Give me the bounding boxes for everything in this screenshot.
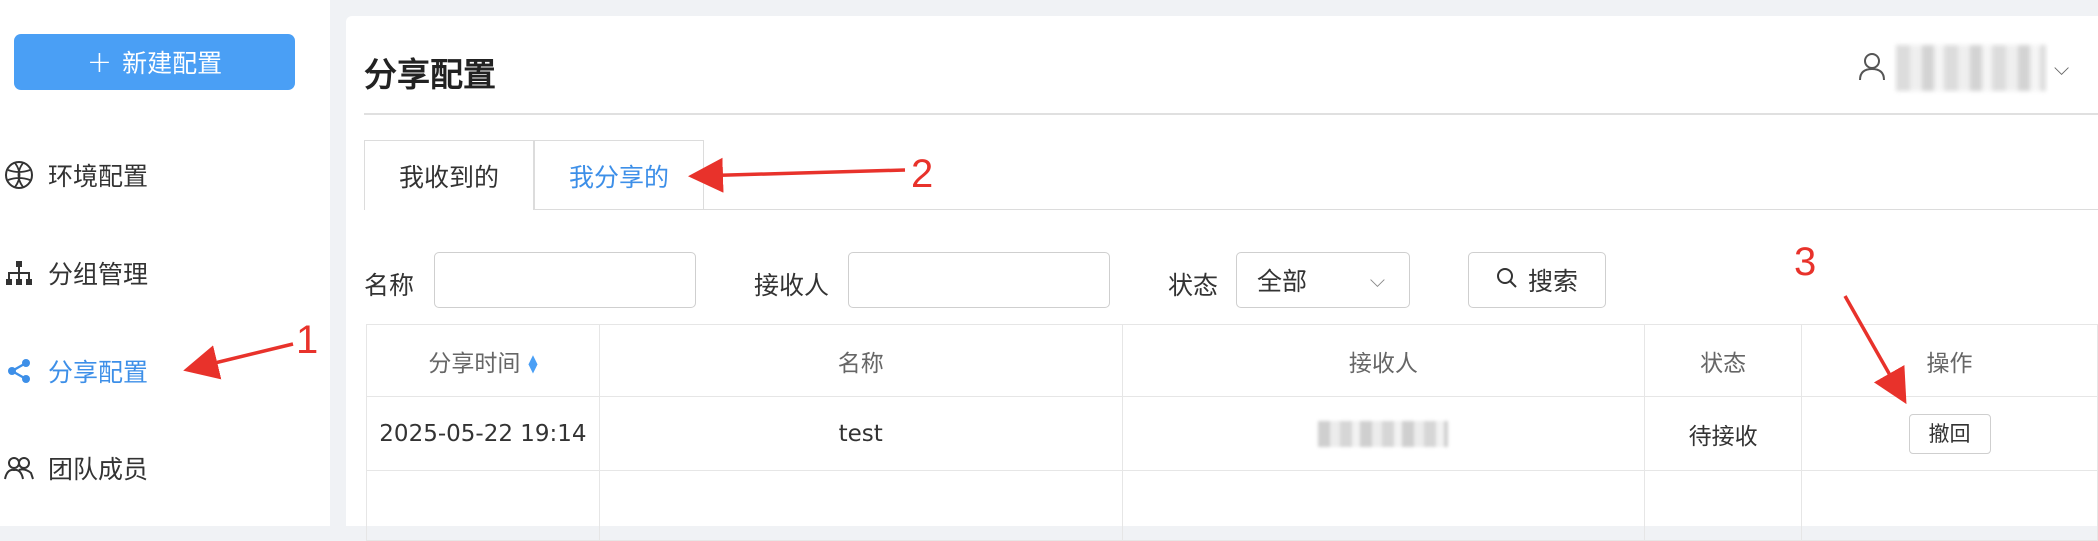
sidebar-item-groups[interactable]: 分组管理 <box>0 243 330 303</box>
status-select-value: 全部 <box>1257 267 1308 296</box>
status-filter-label: 状态 <box>1168 271 1219 300</box>
sidebar-item-label: 分享配置 <box>48 358 149 387</box>
search-icon <box>1496 266 1518 295</box>
team-icon <box>2 451 36 485</box>
page-title: 分享配置 <box>364 55 496 94</box>
annotation-label-1: 1 <box>296 318 319 362</box>
sidebar-item-label: 分组管理 <box>48 260 149 289</box>
cell-receiver <box>1121 396 1646 471</box>
share-table: 分享时间 ▲ ▼ 名称 接收人 状态 操作 2025-05-22 19:14 tes… <box>366 324 2098 541</box>
user-icon <box>1858 51 1886 85</box>
cell-action: 撤回 <box>1801 396 2098 471</box>
sort-icon[interactable]: ▲ ▼ <box>528 353 537 374</box>
search-button-label: 搜索 <box>1527 267 1578 296</box>
header-divider <box>364 113 2098 115</box>
column-header-status: 状态 <box>1644 324 1803 397</box>
receiver-filter-label: 接收人 <box>754 271 830 300</box>
cell-name: test <box>598 396 1123 471</box>
new-config-button[interactable]: + 新建配置 <box>14 34 295 90</box>
table-row: 2025-05-22 19:14 test 待接收 撤回 <box>366 396 2098 471</box>
receiver-redacted <box>1318 420 1449 447</box>
name-filter-label: 名称 <box>364 271 415 300</box>
name-input[interactable] <box>434 252 696 308</box>
annotation-label-2: 2 <box>911 152 934 196</box>
main-panel: 分享配置 ⌵ 我收到的 我分享的 名称 接收人 状态 全部 ⌵ 搜索 分享时间 ▲… <box>346 16 2098 541</box>
globe-icon <box>2 158 36 192</box>
user-name-redacted <box>1896 45 2046 91</box>
empty-cell <box>1121 470 1646 541</box>
new-config-label: 新建配置 <box>122 49 223 78</box>
annotation-label-3: 3 <box>1794 240 1817 284</box>
tab-bar: 我收到的 我分享的 <box>364 140 704 210</box>
org-chart-icon <box>2 256 36 290</box>
sidebar: + 新建配置 环境配置 分组管理 分享配置 团队成员 <box>0 0 330 526</box>
table-header-row: 分享时间 ▲ ▼ 名称 接收人 状态 操作 <box>366 324 2098 397</box>
sidebar-item-label: 团队成员 <box>48 455 149 484</box>
chevron-down-icon: ⌵ <box>2054 56 2070 80</box>
cell-status: 待接收 <box>1644 396 1803 471</box>
column-header-name: 名称 <box>598 324 1123 397</box>
search-button[interactable]: 搜索 <box>1468 252 1606 308</box>
chevron-down-icon: ⌵ <box>1369 268 1385 292</box>
receiver-input[interactable] <box>848 252 1110 308</box>
empty-cell <box>1644 470 1803 541</box>
share-icon <box>2 354 36 388</box>
tab-received[interactable]: 我收到的 <box>364 140 534 210</box>
table-empty-space <box>366 470 2098 541</box>
column-header-receiver: 接收人 <box>1121 324 1646 397</box>
sidebar-item-share[interactable]: 分享配置 <box>0 341 330 401</box>
cell-time: 2025-05-22 19:14 <box>366 396 600 471</box>
column-header-action: 操作 <box>1801 324 2098 397</box>
layout-gutter <box>330 0 346 526</box>
tab-divider <box>533 209 2098 210</box>
empty-cell <box>366 470 600 541</box>
plus-icon: + <box>86 44 113 80</box>
sidebar-item-label: 环境配置 <box>48 162 149 191</box>
sidebar-item-team[interactable]: 团队成员 <box>0 438 330 498</box>
empty-cell <box>598 470 1123 541</box>
user-menu[interactable]: ⌵ <box>1858 45 2070 91</box>
tab-shared[interactable]: 我分享的 <box>534 140 704 210</box>
status-select[interactable]: 全部 ⌵ <box>1236 252 1410 308</box>
empty-cell <box>1801 470 2098 541</box>
column-header-time[interactable]: 分享时间 ▲ ▼ <box>366 324 600 397</box>
sidebar-item-environment[interactable]: 环境配置 <box>0 145 330 205</box>
revoke-button[interactable]: 撤回 <box>1908 413 1991 454</box>
